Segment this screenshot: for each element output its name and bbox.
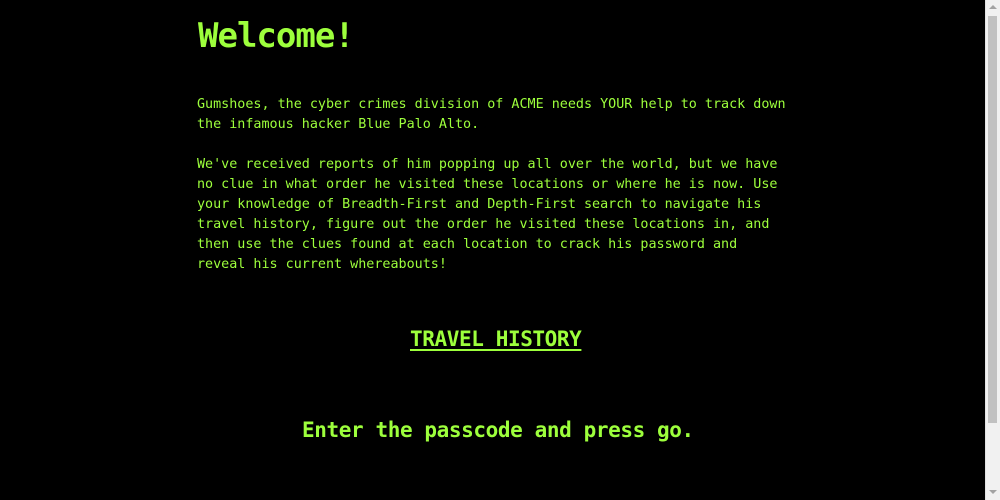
scrollbar-thumb[interactable] <box>988 16 997 423</box>
intro-paragraph: Gumshoes, the cyber crimes division of A… <box>197 97 786 132</box>
page-title: Welcome! <box>198 16 355 56</box>
scroll-up-arrow-icon[interactable] <box>986 0 1000 15</box>
page-content: Welcome! Gumshoes, the cyber crimes divi… <box>0 0 985 500</box>
travel-history-link[interactable]: TRAVEL HISTORY <box>410 325 582 353</box>
vertical-scrollbar[interactable] <box>985 0 1000 500</box>
passcode-prompt: Enter the passcode and press go. <box>302 418 694 442</box>
scroll-down-arrow-icon[interactable] <box>986 485 1000 500</box>
instructions-paragraph: We've received reports of him popping up… <box>197 157 778 272</box>
browser-viewport: Welcome! Gumshoes, the cyber crimes divi… <box>0 0 1000 500</box>
